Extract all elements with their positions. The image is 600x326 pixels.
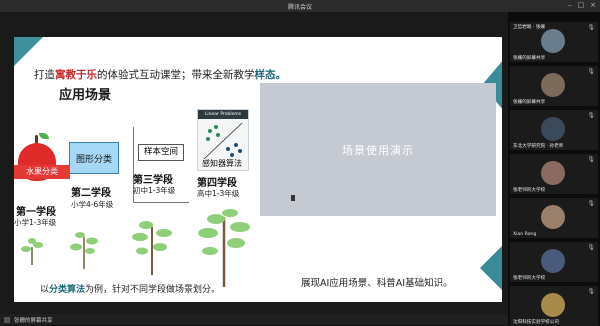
mic-icon: 🎙: [587, 68, 595, 75]
avatar: [541, 161, 565, 185]
participant-name: Xian Rong: [513, 232, 537, 237]
slide-caption-left: 以分类算法为例，针对不同学段做场景划分。: [40, 285, 221, 295]
window-title: 腾讯会议: [287, 3, 312, 11]
maximize-icon[interactable]: □: [578, 1, 585, 9]
participant-tile[interactable]: 🎙 Xian Rong: [510, 198, 598, 238]
mic-icon: 🎙: [587, 288, 595, 295]
participant-tile[interactable]: 🎙 东北大学研究院 · 孙老师: [510, 110, 598, 150]
mic-icon: 🎙: [587, 24, 595, 31]
mic-icon: 🎙: [587, 112, 595, 119]
participant-tile[interactable]: 🎙 张姗的屏幕共享: [510, 66, 598, 106]
avatar: [541, 117, 565, 141]
participant-tile[interactable]: 🎙 沈阳科技实验学校公司: [510, 286, 598, 326]
close-icon[interactable]: ×: [590, 1, 596, 9]
avatar: [541, 73, 565, 97]
participant-label-top: 卫哲岩端 · 张姗: [513, 25, 545, 30]
avatar: [541, 293, 565, 317]
participant-name: 张老师的大学校: [513, 188, 546, 193]
participant-tile[interactable]: 🎙 张老师的大学校: [510, 154, 598, 194]
window-controls: – □ ×: [568, 1, 596, 9]
share-icon: [4, 316, 10, 323]
shared-screen: 打造寓教于乐的体验式互动课堂；带来全新教学样态。 应用场景 水果分类 图形分类 …: [0, 12, 508, 314]
growing-plants-illustration: [21, 209, 250, 287]
demo-video-player[interactable]: 场景使用演示: [260, 83, 496, 216]
participant-tile[interactable]: 🎙 卫哲岩端 · 张姗 张姗的屏幕共享: [510, 22, 598, 62]
participant-name: 沈阳科技实验学校公司: [513, 320, 559, 325]
minimize-icon[interactable]: –: [568, 1, 572, 9]
participants-panel: 🎙 卫哲岩端 · 张姗 张姗的屏幕共享 🎙 张姗的屏幕共享 🎙 东北大学研究院 …: [508, 12, 600, 326]
mic-icon: 🎙: [587, 156, 595, 163]
slide-caption-right: 展现AI应用场景、科普AI基础知识。: [301, 278, 453, 289]
avatar: [541, 205, 565, 229]
participant-tile[interactable]: 🎙 张老师的大学校: [510, 242, 598, 282]
video-title: 场景使用演示: [342, 143, 414, 157]
window-titlebar: 腾讯会议 – □ ×: [0, 0, 600, 12]
participant-name: 张姗的屏幕共享: [513, 56, 546, 61]
mic-icon: 🎙: [587, 200, 595, 207]
participant-name: 东北大学研究院 · 孙老师: [513, 144, 564, 149]
avatar: [541, 29, 565, 53]
participant-name: 张老师的大学校: [513, 276, 546, 281]
participant-name: 张姗的屏幕共享: [513, 100, 546, 105]
presentation-slide: 打造寓教于乐的体验式互动课堂；带来全新教学样态。 应用场景 水果分类 图形分类 …: [14, 37, 502, 302]
sharer-name: 张姗的屏幕共享: [14, 317, 53, 324]
screen-share-status-bar: 张姗的屏幕共享: [0, 314, 512, 325]
avatar: [541, 249, 565, 273]
mouse-cursor-icon: [291, 195, 295, 201]
slide-arrow-decoration-bottom: [480, 244, 502, 292]
mic-icon: 🎙: [587, 244, 595, 251]
